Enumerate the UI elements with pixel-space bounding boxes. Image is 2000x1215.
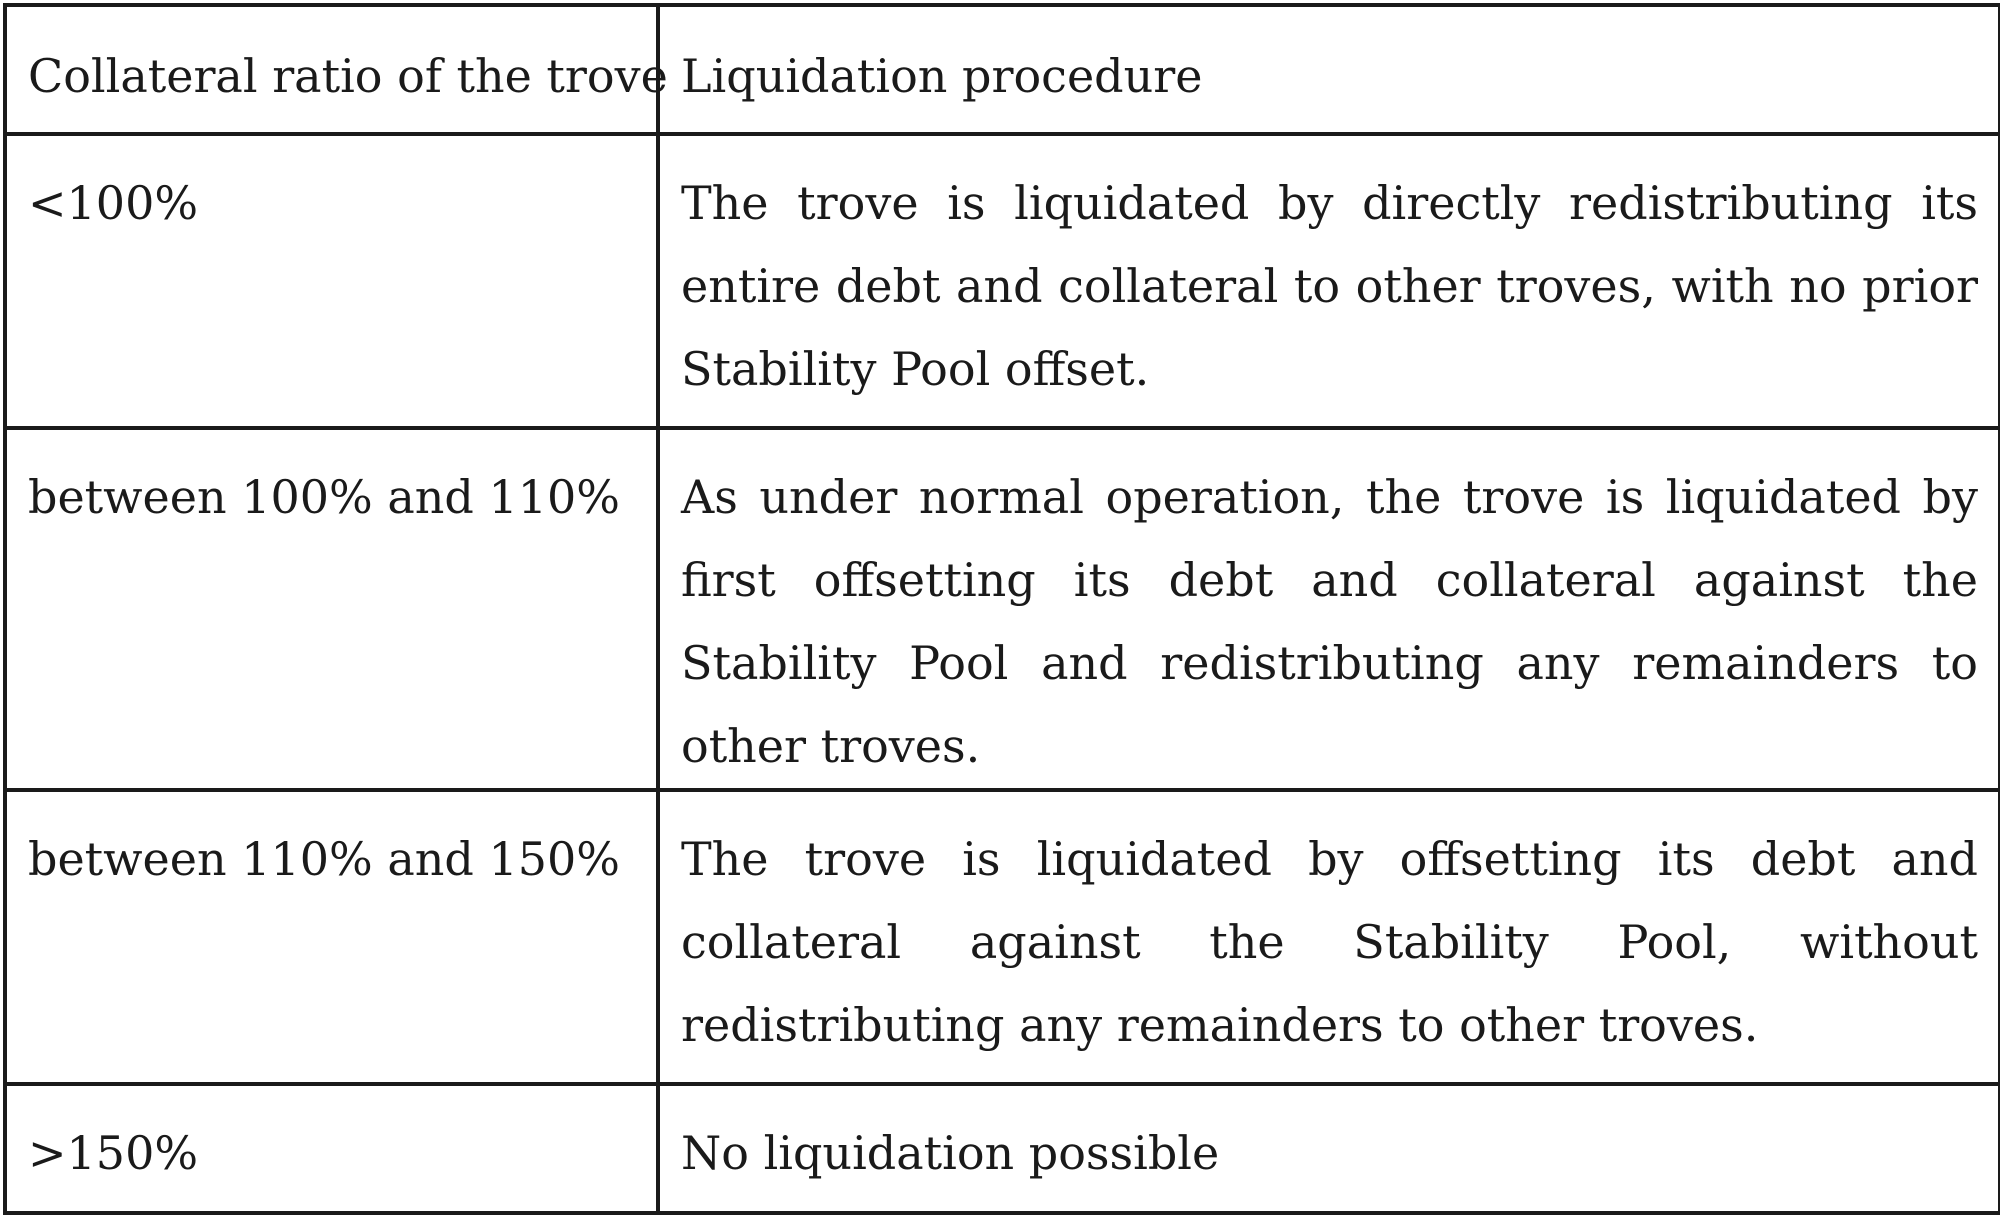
header-collateral-ratio-label: Collateral ratio of the trove bbox=[28, 49, 668, 103]
procedure-cell: No liquidation possible bbox=[656, 1082, 2000, 1215]
header-cell-liquidation-procedure: Liquidation procedure bbox=[656, 3, 2000, 136]
procedure-text: The trove is liquidated by directly redi… bbox=[681, 176, 1978, 396]
table-header-row: Collateral ratio of the trove Liquidatio… bbox=[3, 3, 2000, 136]
procedure-text: As under normal operation, the trove is … bbox=[681, 470, 1978, 773]
header-cell-collateral-ratio: Collateral ratio of the trove bbox=[3, 3, 668, 136]
procedure-text: No liquidation possible bbox=[681, 1126, 1220, 1180]
ratio-cell: between 100% and 110% bbox=[3, 426, 660, 792]
header-liquidation-procedure-label: Liquidation procedure bbox=[681, 49, 1203, 103]
procedure-text: The trove is liquidated by offsetting it… bbox=[681, 832, 1978, 1052]
liquidation-procedure-table: Collateral ratio of the trove Liquidatio… bbox=[3, 3, 2000, 1215]
table-row: <100% The trove is liquidated by directl… bbox=[3, 132, 2000, 430]
table-row: between 100% and 110% As under normal op… bbox=[3, 426, 2000, 792]
ratio-value: >150% bbox=[28, 1126, 199, 1180]
ratio-cell: <100% bbox=[3, 132, 660, 430]
ratio-value: <100% bbox=[28, 176, 199, 230]
table-row: between 110% and 150% The trove is liqui… bbox=[3, 788, 2000, 1086]
procedure-cell: As under normal operation, the trove is … bbox=[656, 426, 2000, 792]
ratio-value: between 110% and 150% bbox=[28, 832, 620, 886]
procedure-cell: The trove is liquidated by offsetting it… bbox=[656, 788, 2000, 1086]
table-row: >150% No liquidation possible bbox=[3, 1082, 2000, 1215]
procedure-cell: The trove is liquidated by directly redi… bbox=[656, 132, 2000, 430]
ratio-value: between 100% and 110% bbox=[28, 470, 620, 524]
ratio-cell: >150% bbox=[3, 1082, 660, 1215]
ratio-cell: between 110% and 150% bbox=[3, 788, 660, 1086]
